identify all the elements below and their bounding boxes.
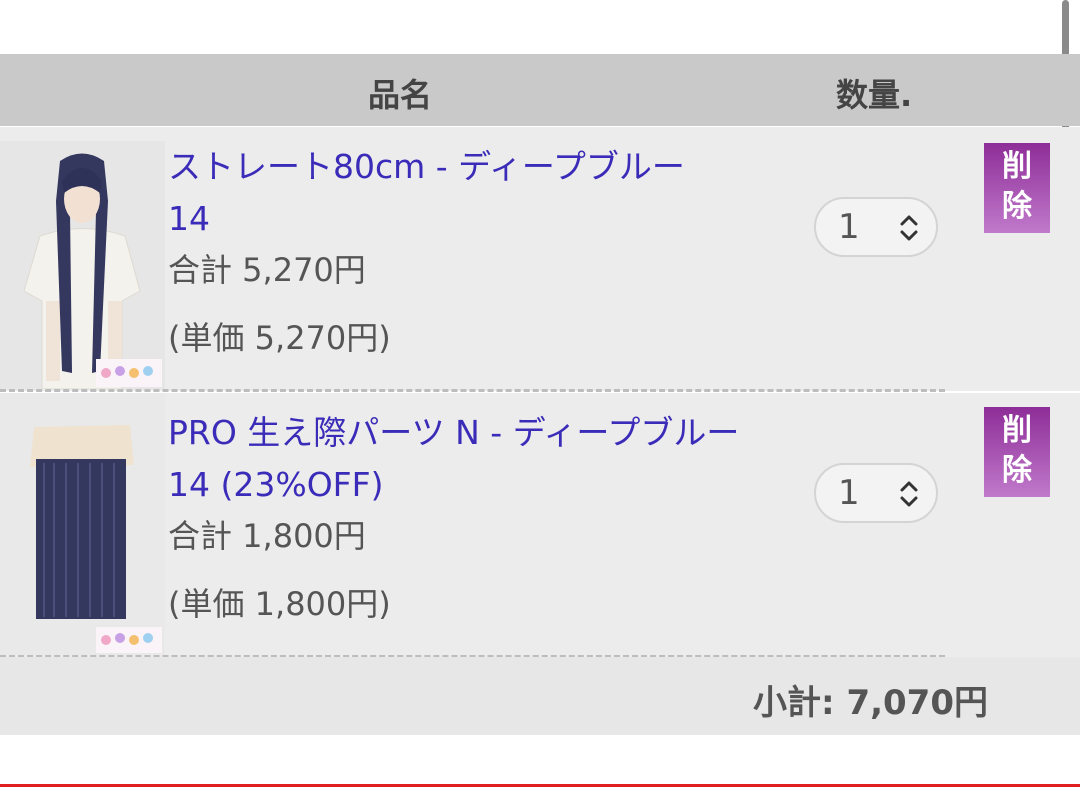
- product-title-line2: 14: [168, 199, 210, 238]
- quantity-value: 1: [838, 207, 860, 247]
- delete-label-bottom: 除: [1002, 453, 1032, 488]
- column-header-name: 品名: [368, 76, 433, 114]
- cart-item: ストレート80cm - ディープブルー 14 合計 5,270円 (単価 5,2…: [0, 127, 1080, 391]
- quantity-value: 1: [838, 473, 860, 513]
- delete-label-top: 削: [1002, 149, 1032, 184]
- item-total: 合計 5,270円: [168, 251, 366, 289]
- item-unit-price: (単価 1,800円): [168, 585, 391, 623]
- product-thumbnail-straight-wig[interactable]: [0, 141, 165, 389]
- subtotal-bar: 小計: 7,070円: [0, 657, 1080, 735]
- product-link[interactable]: PRO 生え際パーツ N - ディープブルー 14 (23%OFF): [168, 407, 808, 511]
- quantity-select[interactable]: 1: [814, 197, 938, 257]
- delete-label-bottom: 除: [1002, 189, 1032, 224]
- product-title-line2: 14 (23%OFF): [168, 465, 384, 504]
- delete-button[interactable]: 削 除: [984, 407, 1050, 497]
- chevron-up-down-icon: [900, 481, 918, 507]
- product-thumbnail-hairline-parts[interactable]: [0, 393, 165, 655]
- column-header-quantity: 数量.: [836, 76, 913, 114]
- subtotal: 小計: 7,070円: [753, 683, 988, 723]
- chevron-up-down-icon: [900, 215, 918, 241]
- cart-page: 品名 数量. ストレート80cm - ディープブルー 14 合計 5,270円 …: [0, 0, 1080, 787]
- cart-header: 品名 数量.: [0, 54, 1080, 126]
- delete-label-top: 削: [1002, 413, 1032, 448]
- item-unit-price: (単価 5,270円): [168, 319, 391, 357]
- product-link[interactable]: ストレート80cm - ディープブルー 14: [168, 141, 808, 245]
- quantity-select[interactable]: 1: [814, 463, 938, 523]
- item-total: 合計 1,800円: [168, 517, 366, 555]
- row-divider: [0, 389, 945, 392]
- product-title-line1: PRO 生え際パーツ N - ディープブルー: [168, 413, 740, 452]
- product-title-line1: ストレート80cm - ディープブルー: [168, 147, 685, 186]
- delete-button[interactable]: 削 除: [984, 143, 1050, 233]
- cart-item: PRO 生え際パーツ N - ディープブルー 14 (23%OFF) 合計 1,…: [0, 393, 1080, 657]
